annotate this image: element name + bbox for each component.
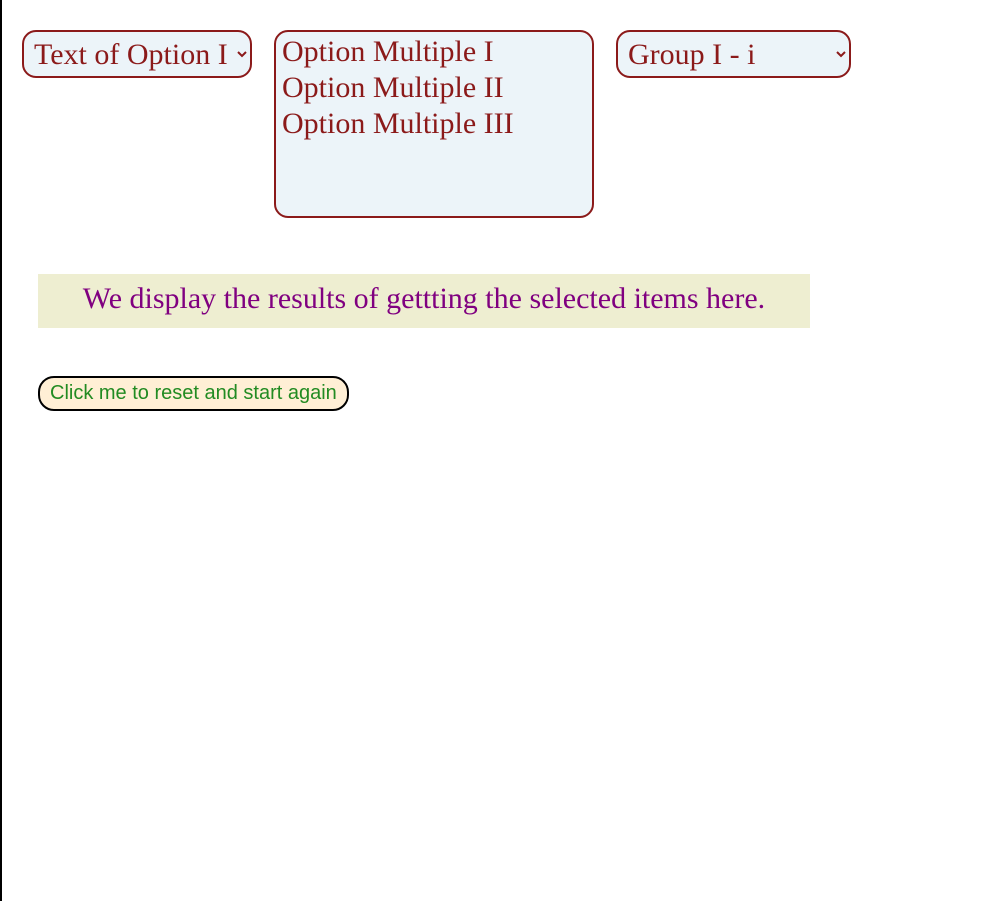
selects-row: Text of Option I Option Multiple I Optio…	[2, 0, 1000, 218]
option-multiple-select[interactable]: Option Multiple I Option Multiple II Opt…	[274, 30, 594, 218]
group-select[interactable]: Group I - i	[616, 30, 851, 78]
option-single-select[interactable]: Text of Option I	[22, 30, 252, 78]
button-area: Click me to reset and start again	[38, 376, 1000, 411]
results-display: We display the results of gettting the s…	[38, 274, 810, 328]
select-option[interactable]: Option Multiple I	[280, 34, 588, 70]
select-option[interactable]: Option Multiple II	[280, 70, 588, 106]
results-text: We display the results of gettting the s…	[48, 280, 800, 318]
select-option[interactable]: Option Multiple III	[280, 106, 588, 142]
reset-button[interactable]: Click me to reset and start again	[38, 376, 349, 411]
